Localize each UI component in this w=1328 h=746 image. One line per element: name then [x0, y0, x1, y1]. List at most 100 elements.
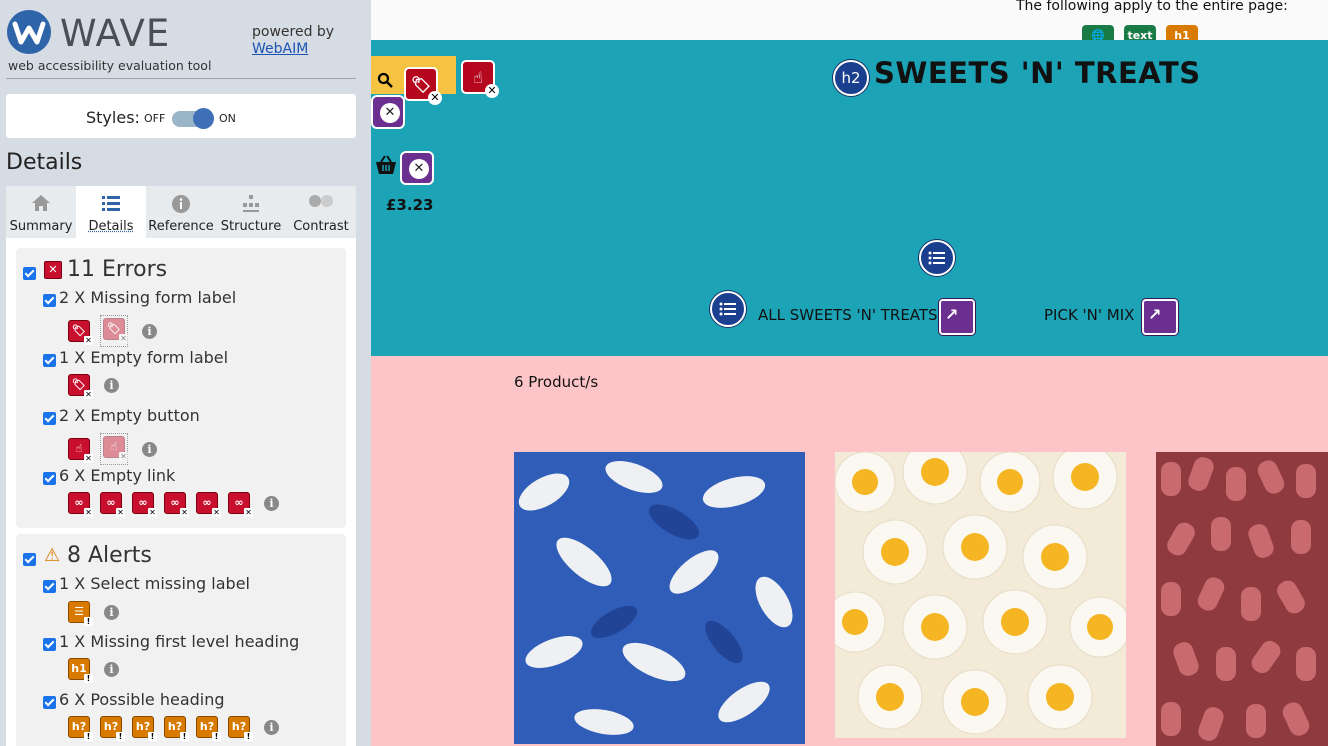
missing-form-label-icons: 🏷 ✕ 🏷 ✕ i — [68, 315, 157, 347]
site-header: 🏷 ✕ ☝ ✕ ✕ ✕ £3.23 h2 SWEETS 'N' TREATS ALL… — [371, 40, 1328, 356]
powered-by: powered by WebAIM — [252, 24, 334, 57]
tab-reference[interactable]: Reference — [146, 186, 216, 238]
nav-pick-n-mix[interactable]: PICK 'N' MIX — [1044, 306, 1134, 324]
info-icon[interactable]: i — [142, 323, 157, 339]
wave-sidebar: WAVE web accessibility evaluation tool p… — [0, 0, 371, 746]
product-image-blue-sharks[interactable] — [514, 452, 805, 744]
link-error-icon[interactable]: ∞ ✕ — [164, 492, 189, 517]
product-image-fizzy-bottles[interactable] — [1156, 452, 1328, 746]
link-error-icon[interactable]: ∞ ✕ — [68, 492, 93, 517]
select-missing-label-checkbox[interactable] — [43, 580, 56, 593]
external-link-icon[interactable] — [939, 299, 975, 335]
tab-details[interactable]: Details — [76, 186, 146, 238]
basket-price: £3.23 — [386, 196, 434, 214]
errors-checkbox[interactable] — [23, 267, 36, 280]
possible-heading-icon[interactable]: h?! — [132, 716, 157, 741]
product-count: 6 Product/s — [514, 373, 599, 391]
error-x-icon: ✕ — [44, 261, 62, 279]
h2-icon[interactable]: h2 — [833, 60, 869, 96]
link-error-icon[interactable]: ∞ ✕ — [228, 492, 253, 517]
possible-heading-icon[interactable]: h?! — [68, 716, 93, 741]
link-error-icon[interactable]: ∞ ✕ — [196, 492, 221, 517]
contrast-icon — [286, 186, 356, 216]
list-structure-icon[interactable] — [919, 240, 955, 276]
empty-form-label-icons: 🏷 ✕ i — [68, 374, 119, 399]
tab-contrast[interactable]: Contrast — [286, 186, 356, 238]
missing-label-error-icon[interactable]: 🏷 ✕ — [404, 67, 442, 105]
select-alert-icon[interactable]: ☰! — [68, 601, 93, 626]
tab-contrast-label: Contrast — [293, 219, 349, 234]
evaluated-page: The following apply to the entire page: … — [371, 0, 1328, 746]
info-icon — [146, 186, 216, 216]
possible-heading-checkbox[interactable] — [43, 696, 56, 709]
possible-heading-icons: h?! h?! h?! h?! h?! h?! i — [68, 716, 279, 741]
tab-summary-label: Summary — [9, 219, 73, 234]
button-error-icon[interactable]: ☝ ✕ — [68, 438, 93, 463]
styles-label: Styles: — [86, 108, 140, 127]
empty-button-icons: ☝ ✕ ☝ ✕ i — [68, 433, 157, 465]
close-icon-basket[interactable]: ✕ — [400, 151, 434, 185]
button-error-icon[interactable]: ☝ ✕ — [103, 436, 128, 461]
info-icon[interactable]: i — [104, 604, 119, 620]
tag-error-icon[interactable]: 🏷 ✕ — [103, 318, 128, 343]
empty-button-label: 2 X Empty button — [59, 406, 200, 425]
empty-button-error-icon[interactable]: ☝ ✕ — [461, 60, 499, 98]
search-icon[interactable] — [377, 72, 393, 93]
possible-heading-icon[interactable]: h?! — [100, 716, 125, 741]
possible-heading-icon[interactable]: h?! — [164, 716, 189, 741]
empty-link-icons: ∞ ✕ ∞ ✕ ∞ ✕ ∞ ✕ ∞ ✕ ∞ ✕ i — [68, 492, 279, 517]
empty-form-label-checkbox[interactable] — [43, 354, 56, 367]
possible-heading-icon[interactable]: h?! — [228, 716, 253, 741]
tag-error-icon[interactable]: 🏷 ✕ — [68, 374, 93, 399]
button-error-icon-selected-frame: ☝ ✕ — [100, 433, 128, 465]
product-listing: 6 Product/s — [371, 356, 1328, 746]
basket-icon[interactable] — [374, 155, 398, 180]
wave-tabs: Summary Details Reference Structure Cont… — [6, 186, 356, 238]
alert-triangle-icon: ⚠ — [44, 545, 61, 566]
powered-by-text: powered by — [252, 24, 335, 40]
info-icon[interactable]: i — [104, 377, 119, 393]
info-icon[interactable]: i — [264, 719, 279, 735]
sidebar-divider — [6, 78, 356, 79]
errors-title: 11 Errors — [67, 257, 168, 282]
possible-heading-label: 6 X Possible heading — [59, 690, 225, 709]
info-icon[interactable]: i — [104, 661, 119, 677]
list-icon — [76, 186, 146, 216]
info-icon[interactable]: i — [264, 495, 279, 511]
list-item-structure-icon[interactable] — [710, 291, 746, 327]
info-icon[interactable]: i — [142, 441, 157, 457]
possible-heading-icon[interactable]: h?! — [196, 716, 221, 741]
missing-h1-checkbox[interactable] — [43, 638, 56, 651]
page-level-strip: The following apply to the entire page: … — [371, 0, 1328, 51]
tab-reference-label: Reference — [148, 219, 214, 234]
product-image-fried-eggs[interactable] — [835, 452, 1126, 738]
select-missing-label-icons: ☰! i — [68, 601, 119, 626]
missing-h1-icons: h1! i — [68, 658, 119, 683]
empty-form-label-label: 1 X Empty form label — [59, 348, 229, 367]
styles-toggle-box: Styles: OFF ON — [6, 94, 356, 138]
alerts-group: ⚠ 8 Alerts 1 X Select missing label ☰! i… — [16, 534, 346, 746]
alerts-title: 8 Alerts — [67, 543, 152, 568]
styles-on-label: ON — [219, 112, 236, 125]
external-link-icon[interactable] — [1142, 299, 1178, 335]
link-error-icon[interactable]: ∞ ✕ — [132, 492, 157, 517]
webaim-link[interactable]: WebAIM — [252, 41, 334, 57]
tag-error-icon[interactable]: 🏷 ✕ — [68, 320, 93, 345]
select-missing-label-label: 1 X Select missing label — [59, 574, 250, 593]
missing-form-label-checkbox[interactable] — [43, 294, 56, 307]
tab-structure[interactable]: Structure — [216, 186, 286, 238]
link-error-icon[interactable]: ∞ ✕ — [100, 492, 125, 517]
close-icon-structure[interactable]: ✕ — [371, 95, 405, 129]
site-title: SWEETS 'N' TREATS — [874, 56, 1201, 90]
wave-logo-icon — [7, 10, 51, 54]
empty-link-checkbox[interactable] — [43, 472, 56, 485]
empty-button-checkbox[interactable] — [43, 412, 56, 425]
styles-toggle-knob[interactable] — [193, 108, 214, 129]
h1-alert-icon[interactable]: h1! — [68, 658, 93, 683]
alerts-checkbox[interactable] — [23, 553, 36, 566]
nav-all-sweets[interactable]: ALL SWEETS 'N' TREATS — [758, 306, 938, 324]
wave-subtitle: web accessibility evaluation tool — [8, 58, 212, 73]
tab-summary[interactable]: Summary — [6, 186, 76, 238]
wave-title: WAVE — [60, 12, 171, 55]
details-panel: ✕ 11 Errors 2 X Missing form label 🏷 ✕ 🏷 ✕… — [6, 238, 356, 746]
